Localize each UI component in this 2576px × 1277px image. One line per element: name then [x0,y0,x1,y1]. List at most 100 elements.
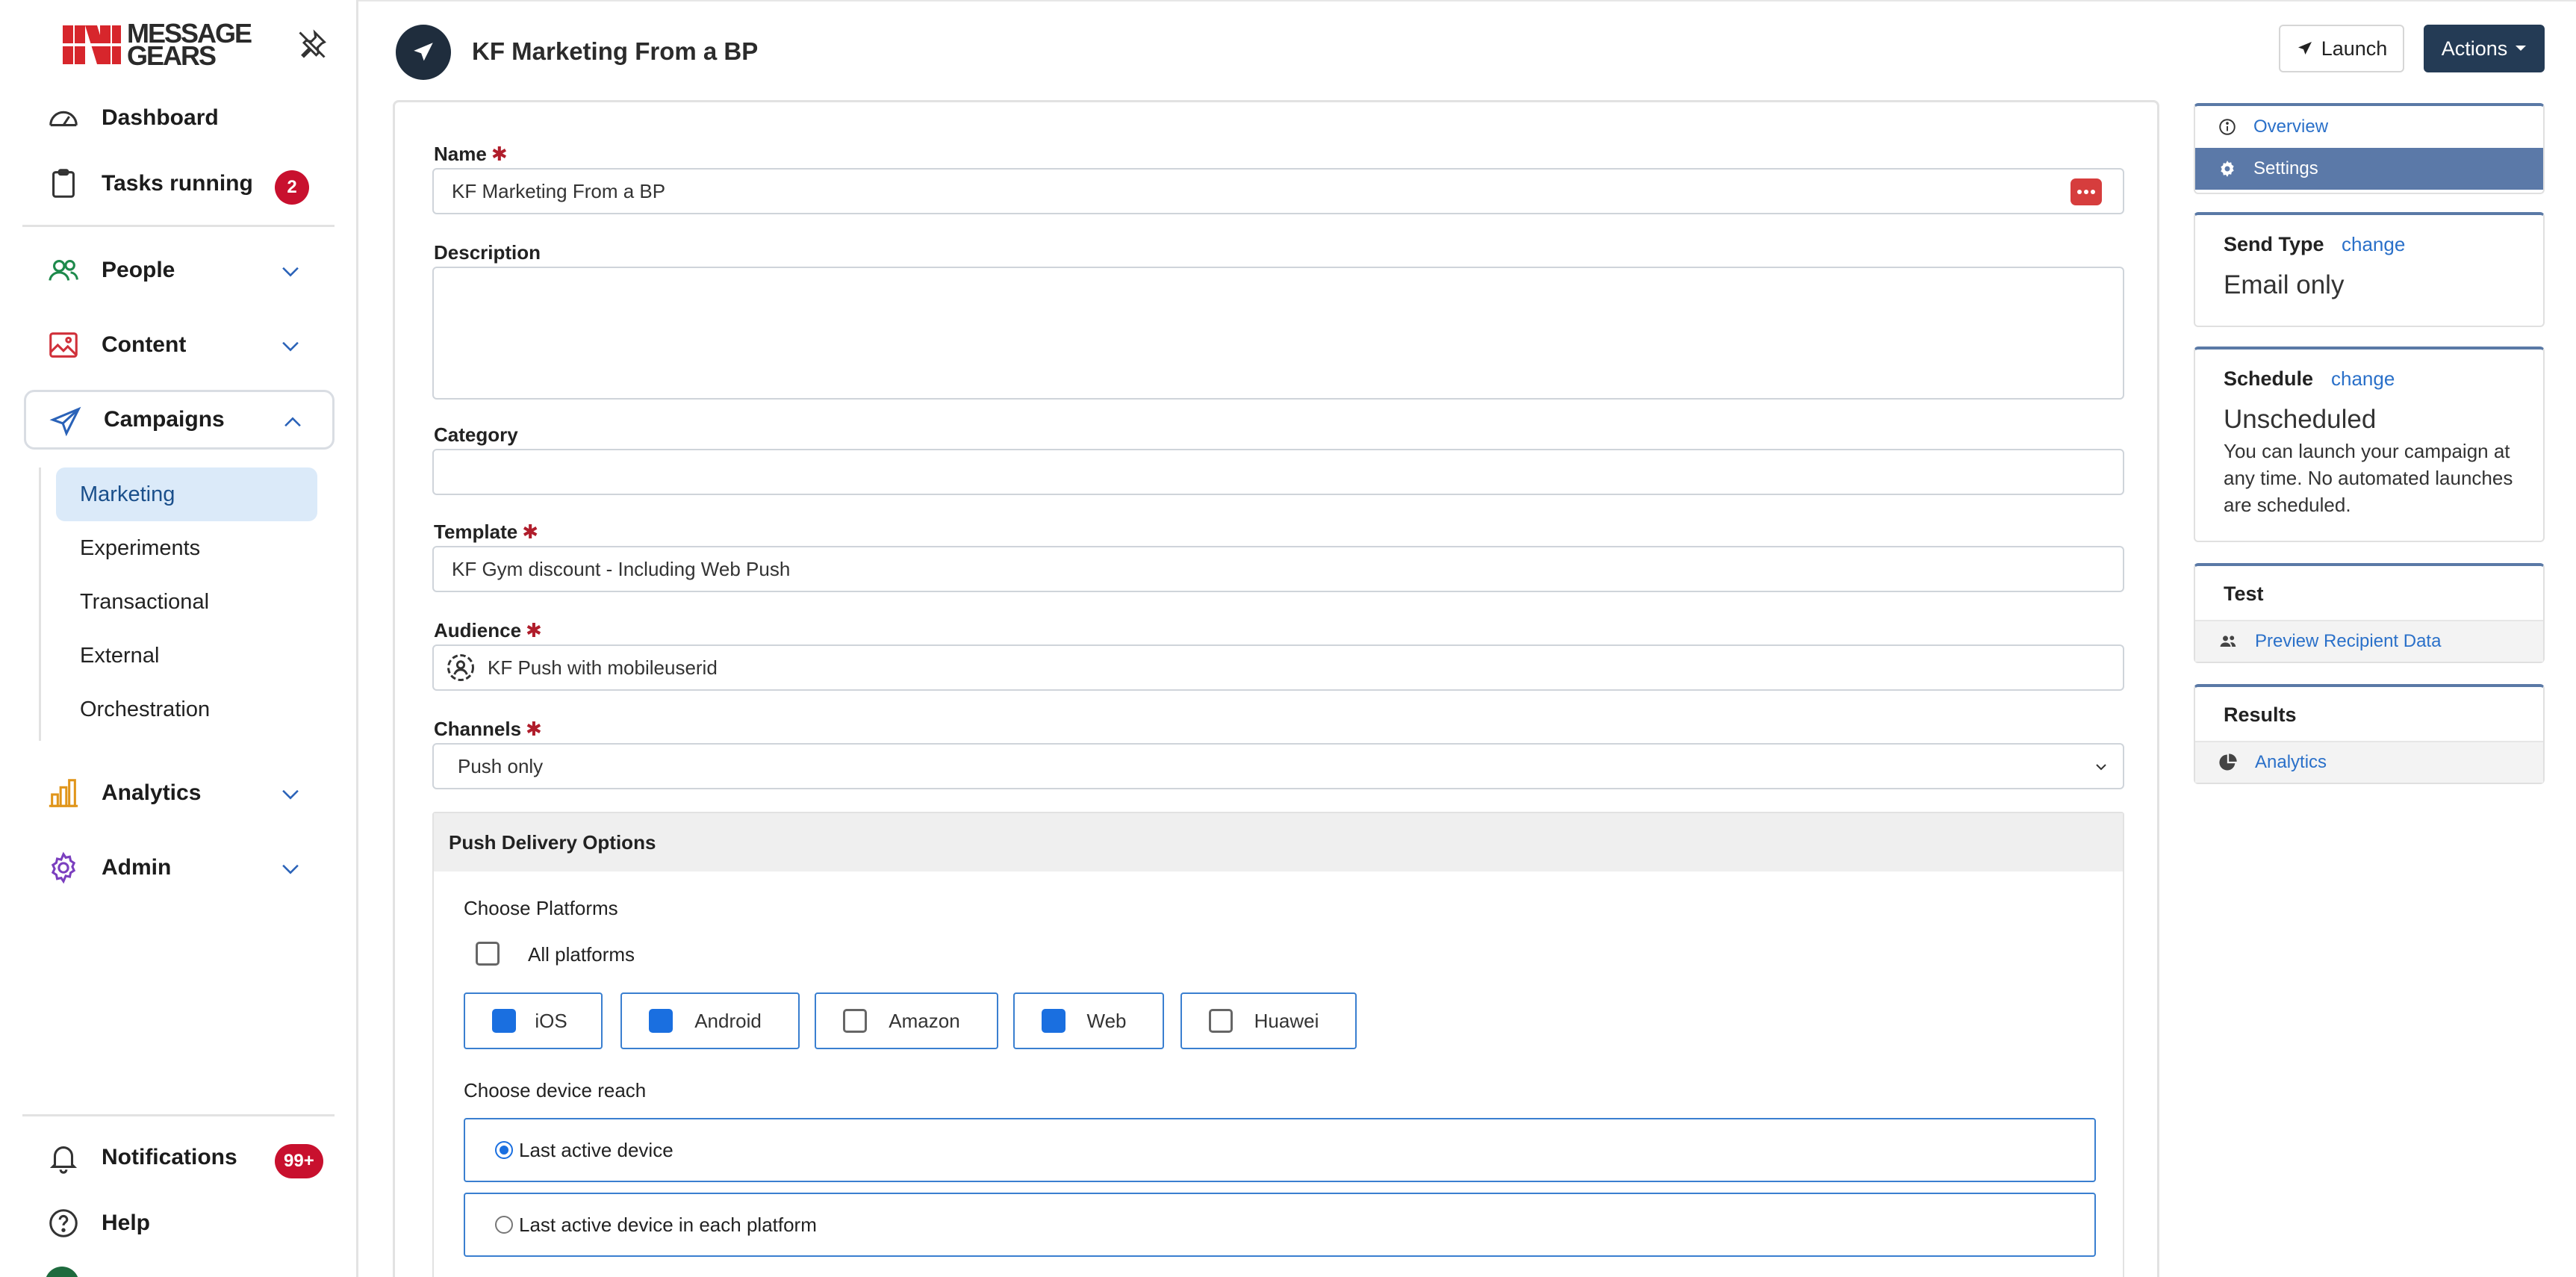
reach-option-last-active[interactable]: Last active device [464,1118,2096,1182]
paper-plane-icon [2297,42,2312,55]
pie-chart-icon [2219,754,2237,771]
platform-checkbox[interactable] [1209,1009,1233,1033]
nav-analytics[interactable]: Analytics [24,763,335,823]
reach-option-each-platform[interactable]: Last active device in each platform [464,1193,2096,1257]
reach-radio[interactable] [495,1141,513,1159]
platform-option-android[interactable]: Android [620,992,800,1049]
schedule-value: Unscheduled [2224,405,2377,434]
chevron-down-icon[interactable] [278,781,303,807]
reach-option-label: Last active device in each platform [519,1213,817,1236]
nav-dashboard-label: Dashboard [102,105,219,130]
gear-icon [51,851,76,884]
nav-analytics-label: Analytics [102,780,202,805]
subnav-experiments[interactable]: Experiments [56,521,317,575]
send-type-change-link[interactable]: change [2342,233,2405,256]
category-label: Category [434,423,518,446]
platform-checkbox[interactable] [492,1009,516,1033]
send-type-title: Send Type [2224,233,2324,255]
chevron-down-icon [2096,764,2106,771]
audience-value: KF Push with mobileuserid [488,656,718,679]
nav-admin-label: Admin [102,855,172,880]
required-mark: ✱ [522,521,539,543]
channels-select[interactable]: Push only [432,743,2124,789]
nav-campaigns[interactable]: Campaigns [24,390,335,450]
info-icon [2219,119,2236,135]
channels-label-text: Channels [434,718,522,740]
nav-content[interactable]: Content [24,315,335,375]
template-input[interactable]: KF Gym discount - Including Web Push [432,546,2124,592]
nav-content-label: Content [102,332,187,357]
launch-button[interactable]: Launch [2279,25,2404,72]
platform-checkbox[interactable] [1042,1009,1065,1033]
platform-label: Amazon [889,1009,960,1032]
name-label: Name ✱ [434,143,508,166]
name-input[interactable]: KF Marketing From a BP [432,168,2124,214]
push-delivery-options: Push Delivery Options Choose Platforms A… [432,812,2124,1277]
nav-admin[interactable]: Admin [24,838,335,898]
nav-help-label: Help [102,1211,151,1235]
schedule-change-link[interactable]: change [2331,367,2395,391]
chevron-down-icon[interactable] [278,856,303,881]
schedule-description: You can launch your campaign at any time… [2224,440,2513,516]
test-panel: Test Preview Recipient Data [2194,563,2545,663]
platform-option-amazon[interactable]: Amazon [815,992,998,1049]
platform-option-huawei[interactable]: Huawei [1180,992,1357,1049]
chevron-down-icon[interactable] [278,258,303,284]
nav-help[interactable]: Help [24,1193,335,1253]
nav-notifications[interactable]: Notifications 99+ [24,1128,335,1187]
nav-people[interactable]: People [24,240,335,300]
reach-option-label: Last active device [519,1138,673,1161]
nav-campaigns-label: Campaigns [104,407,225,432]
subnav-marketing[interactable]: Marketing [56,467,317,521]
page-title: KF Marketing From a BP [472,37,759,65]
schedule-panel: Schedule change Unscheduled You can laun… [2194,347,2545,542]
logo-text: MESSAGE GEARS [127,20,252,69]
nav-dashboard[interactable]: Dashboard [24,88,335,148]
template-value: KF Gym discount - Including Web Push [452,557,791,580]
actions-dropdown-button[interactable]: Actions [2424,25,2545,72]
caret-down-icon [2516,46,2527,51]
sidebar-divider [22,225,335,227]
audience-input[interactable]: KF Push with mobileuserid [432,644,2124,691]
audience-icon [447,654,474,681]
subnav-external[interactable]: External [56,629,317,683]
user-avatar[interactable] [45,1267,79,1277]
category-input[interactable] [432,449,2124,495]
preview-recipient-data-link[interactable]: Preview Recipient Data [2195,620,2543,662]
logo-mark-icon [63,25,121,64]
platform-checkbox[interactable] [843,1009,867,1033]
platform-option-ios[interactable]: iOS [464,992,603,1049]
nav-tasks-running[interactable]: Tasks running 2 [24,154,335,214]
tasks-count-badge: 2 [275,170,309,205]
push-delivery-title: Push Delivery Options [434,813,2123,871]
results-panel: Results Analytics [2194,684,2545,784]
all-platforms-checkbox[interactable] [476,942,500,966]
chevron-up-icon[interactable] [280,410,305,435]
sidebar-divider [22,1114,335,1116]
subnav-orchestration[interactable]: Orchestration [56,683,317,736]
required-mark: ✱ [526,718,542,740]
overview-link[interactable]: Overview [2195,106,2543,148]
send-type-panel: Send Type change Email only [2194,212,2545,327]
description-textarea[interactable] [432,267,2124,400]
more-options-button[interactable] [2071,178,2102,205]
platform-checkbox[interactable] [649,1009,673,1033]
unpin-icon[interactable] [296,28,329,61]
subnav-transactional[interactable]: Transactional [56,575,317,629]
people-icon [2220,636,2236,647]
campaigns-subnav: Marketing Experiments Transactional Exte… [39,467,323,741]
launch-label: Launch [2321,37,2388,60]
description-label: Description [434,241,541,264]
channels-label: Channels ✱ [434,718,542,741]
reach-radio[interactable] [495,1216,513,1234]
messagegears-logo[interactable]: MESSAGE GEARS [63,20,252,69]
required-mark: ✱ [526,619,542,641]
clipboard-icon [52,169,75,198]
overview-label: Overview [2253,116,2329,137]
settings-link[interactable]: Settings [2195,148,2543,190]
section-nav-panel: Overview Settings [2194,103,2545,194]
choose-platforms-label: Choose Platforms [464,897,618,919]
chevron-down-icon[interactable] [278,333,303,358]
analytics-link[interactable]: Analytics [2195,741,2543,783]
platform-option-web[interactable]: Web [1013,992,1164,1049]
